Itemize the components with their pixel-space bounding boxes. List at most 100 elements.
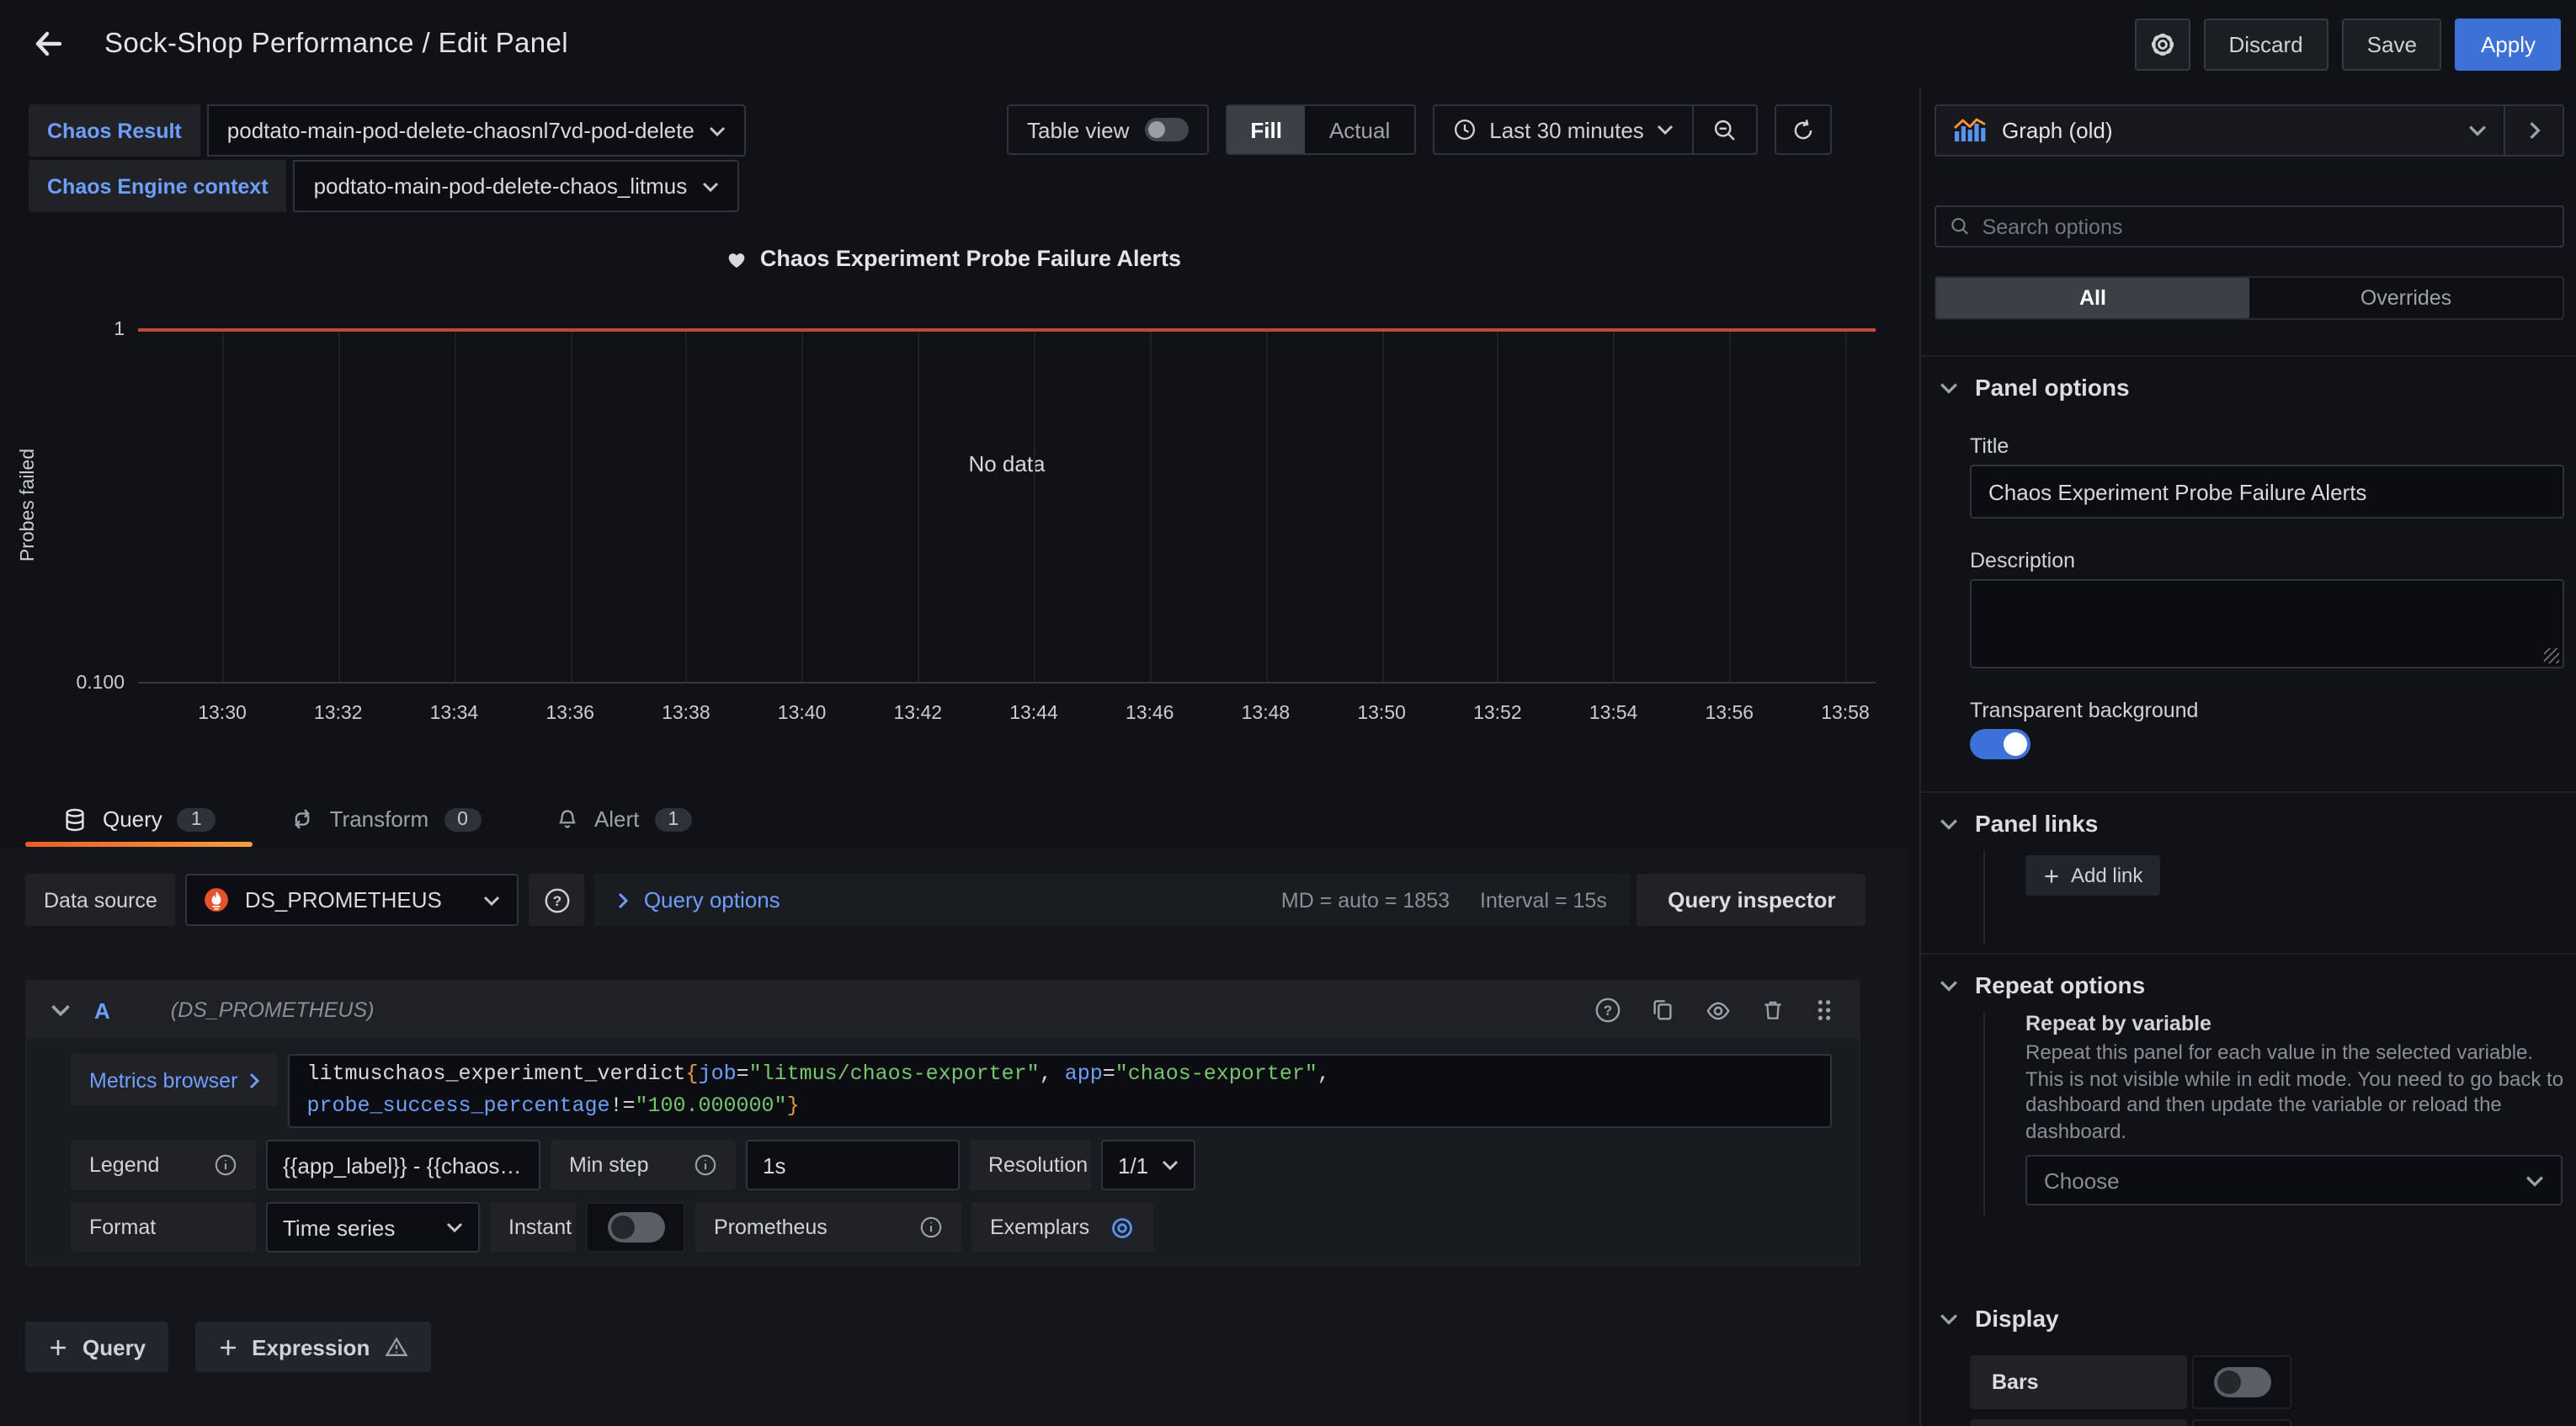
panel-options-heading: Panel options — [1975, 374, 2130, 401]
datasource-picker[interactable]: DS_PROMETHEUS — [186, 874, 519, 926]
add-expression-label: Expression — [252, 1334, 370, 1359]
tab-label: Transform — [330, 806, 429, 832]
variable-chaos-engine-context: Chaos Engine context podtato-main-pod-de… — [29, 160, 747, 212]
drag-handle-icon[interactable] — [1813, 997, 1835, 1024]
visualization-picker[interactable]: Graph (old) — [1935, 104, 2564, 157]
display-heading: Display — [1975, 1305, 2059, 1332]
chevron-down-icon — [2525, 1174, 2544, 1186]
eye-icon[interactable] — [1704, 998, 1732, 1023]
repeat-options-heading: Repeat options — [1975, 971, 2145, 998]
panel-links-header[interactable]: Panel links — [1940, 810, 2098, 837]
tab-alert[interactable]: Alert 1 — [519, 791, 729, 847]
variable-value-dropdown[interactable]: podtato-main-pod-delete-chaos_litmus — [294, 160, 740, 212]
gridline-vertical — [1498, 332, 1499, 682]
table-view-toggle-group: Table view — [1007, 104, 1208, 155]
time-range-picker[interactable]: Last 30 minutes — [1434, 106, 1693, 153]
next-option-chip — [1970, 1419, 2187, 1426]
x-tick-label: 13:30 — [198, 704, 247, 724]
format-select[interactable]: Time series — [266, 1202, 480, 1253]
legend-input[interactable] — [266, 1140, 540, 1190]
chevron-down-icon — [710, 125, 726, 136]
discard-button[interactable]: Discard — [2204, 18, 2329, 70]
clock-icon — [1452, 118, 1476, 141]
add-link-button[interactable]: Add link — [2025, 855, 2159, 896]
datasource-label: Data source — [25, 874, 176, 926]
database-icon — [62, 806, 88, 833]
y-tick-bottom: 0.100 — [20, 673, 125, 694]
tab-query[interactable]: Query 1 — [25, 791, 253, 847]
plot-area[interactable]: No data — [138, 330, 1876, 684]
options-search-input[interactable] — [1983, 215, 2549, 238]
options-search[interactable] — [1935, 205, 2564, 247]
add-query-button[interactable]: Query — [25, 1322, 168, 1372]
editor-tabs: Query 1 Transform 0 Alert 1 — [0, 791, 1908, 847]
svg-text:?: ? — [1604, 1003, 1612, 1019]
repeat-variable-select[interactable]: Choose — [2025, 1155, 2563, 1205]
refresh-button[interactable] — [1775, 104, 1833, 155]
actual-button[interactable]: Actual — [1306, 106, 1413, 153]
tab-transform[interactable]: Transform 0 — [253, 791, 519, 847]
add-expression-button[interactable]: Expression — [194, 1322, 430, 1372]
x-tick-label: 13:58 — [1821, 704, 1870, 724]
bars-switch[interactable] — [2213, 1367, 2270, 1397]
query-options-toggle[interactable]: Query options — [619, 887, 780, 913]
tab-overrides[interactable]: Overrides — [2249, 278, 2563, 318]
section-guide-line — [1983, 1012, 1985, 1217]
gridline-vertical — [222, 332, 224, 682]
arrow-left-icon — [32, 27, 66, 61]
panel-settings-button[interactable] — [2135, 18, 2190, 70]
divider — [1921, 791, 2576, 793]
panel-title-input[interactable] — [1970, 465, 2564, 519]
gridline-vertical — [1034, 332, 1035, 682]
plus-icon — [216, 1336, 238, 1358]
metrics-browser-button[interactable]: Metrics browser — [71, 1054, 278, 1106]
resolution-select[interactable]: 1/1 — [1101, 1140, 1195, 1190]
query-inspector-button[interactable]: Query inspector — [1637, 874, 1866, 926]
table-view-label: Table view — [1027, 117, 1129, 142]
apply-button[interactable]: Apply — [2456, 18, 2561, 70]
panel-description-textarea[interactable] — [1970, 579, 2564, 668]
gridline-vertical — [1614, 332, 1615, 682]
zoom-out-icon — [1713, 117, 1738, 142]
query-ref-id: A — [94, 998, 110, 1023]
x-axis: 13:3013:3213:3413:3613:3813:4013:4213:44… — [138, 704, 1876, 731]
chevron-down-icon — [1940, 817, 1958, 829]
visualization-current: Graph (old) — [1936, 118, 2504, 143]
trash-icon[interactable] — [1761, 997, 1785, 1024]
repeat-variable-placeholder: Choose — [2044, 1168, 2120, 1193]
variable-value-dropdown[interactable]: podtato-main-pod-delete-chaosnl7vd-pod-d… — [207, 104, 747, 157]
query-expression[interactable]: litmuschaos_experiment_verdict{job="litm… — [288, 1054, 1832, 1128]
title-label: Title — [1970, 434, 2009, 458]
x-tick-label: 13:46 — [1126, 704, 1174, 724]
resize-handle-icon[interactable] — [2544, 648, 2559, 663]
zoom-out-button[interactable] — [1693, 106, 1757, 153]
repeat-options-header[interactable]: Repeat options — [1940, 971, 2145, 998]
table-view-switch[interactable] — [1144, 118, 1188, 141]
expression-token: "litmus/chaos-exporter" — [749, 1062, 1040, 1086]
display-header[interactable]: Display — [1940, 1305, 2059, 1332]
duplicate-icon[interactable] — [1650, 997, 1675, 1024]
x-tick-label: 13:32 — [314, 704, 363, 724]
x-tick-label: 13:38 — [662, 704, 711, 724]
exemplars-chip: Exemplars — [971, 1202, 1153, 1253]
tab-all[interactable]: All — [1936, 278, 2249, 318]
min-step-input[interactable] — [746, 1140, 960, 1190]
query-row-header[interactable]: A (DS_PROMETHEUS) ? — [27, 982, 1859, 1039]
save-button[interactable]: Save — [2342, 18, 2442, 70]
datasource-help-button[interactable]: ? — [530, 874, 585, 926]
legend-label: Legend — [89, 1153, 159, 1177]
exemplars-eye-icon[interactable] — [1110, 1215, 1135, 1240]
chevron-down-icon — [1940, 1312, 1958, 1324]
back-button[interactable] — [27, 22, 71, 66]
description-label: Description — [1970, 549, 2075, 572]
fill-button[interactable]: Fill — [1227, 106, 1306, 153]
collapse-pane-button[interactable] — [2504, 106, 2563, 155]
time-controls: Last 30 minutes — [1432, 104, 1759, 155]
instant-switch[interactable] — [607, 1212, 664, 1242]
panel-options-header[interactable]: Panel options — [1940, 374, 2130, 401]
help-circle-icon[interactable]: ? — [1594, 997, 1621, 1024]
transparent-background-switch[interactable] — [1970, 729, 2030, 759]
expression-token: = — [737, 1062, 749, 1086]
min-step-chip: Min step — [551, 1140, 736, 1190]
resolution-chip: Resolution — [970, 1140, 1091, 1190]
